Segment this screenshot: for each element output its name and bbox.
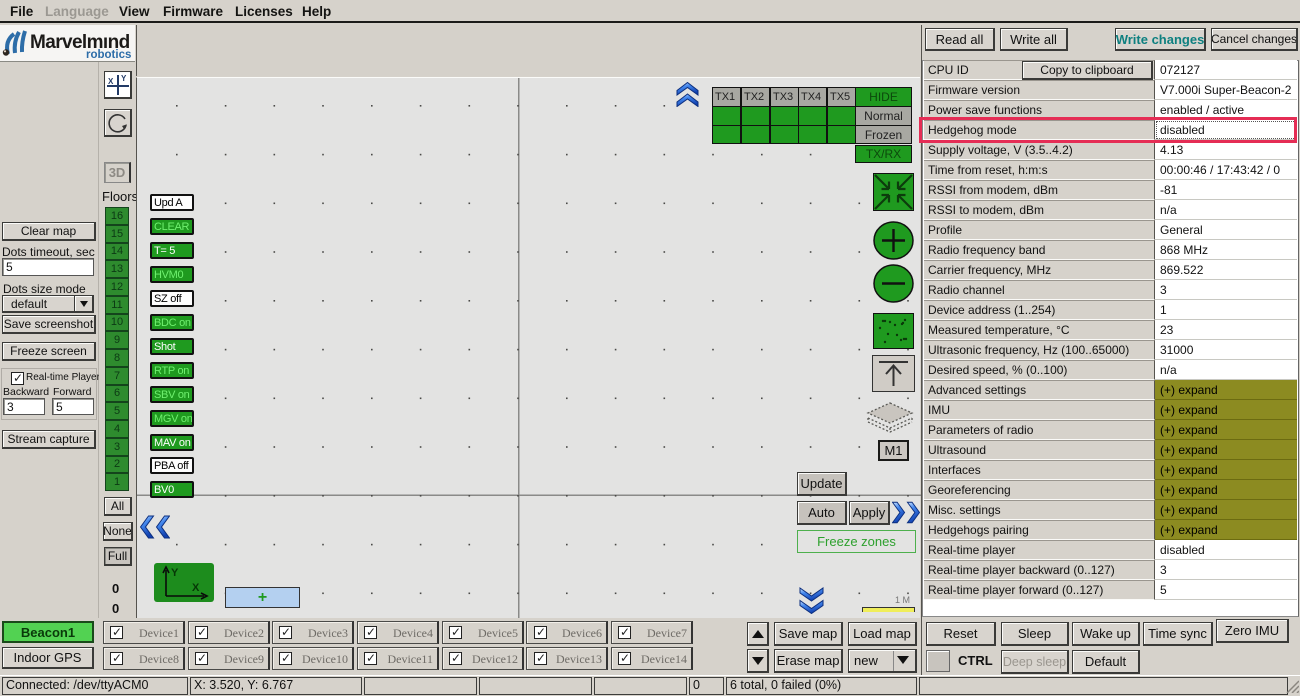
svg-text:X: X [108,77,114,86]
svg-text:Y: Y [171,567,179,579]
svg-text:Y: Y [121,74,127,83]
svg-text:X: X [192,582,200,594]
